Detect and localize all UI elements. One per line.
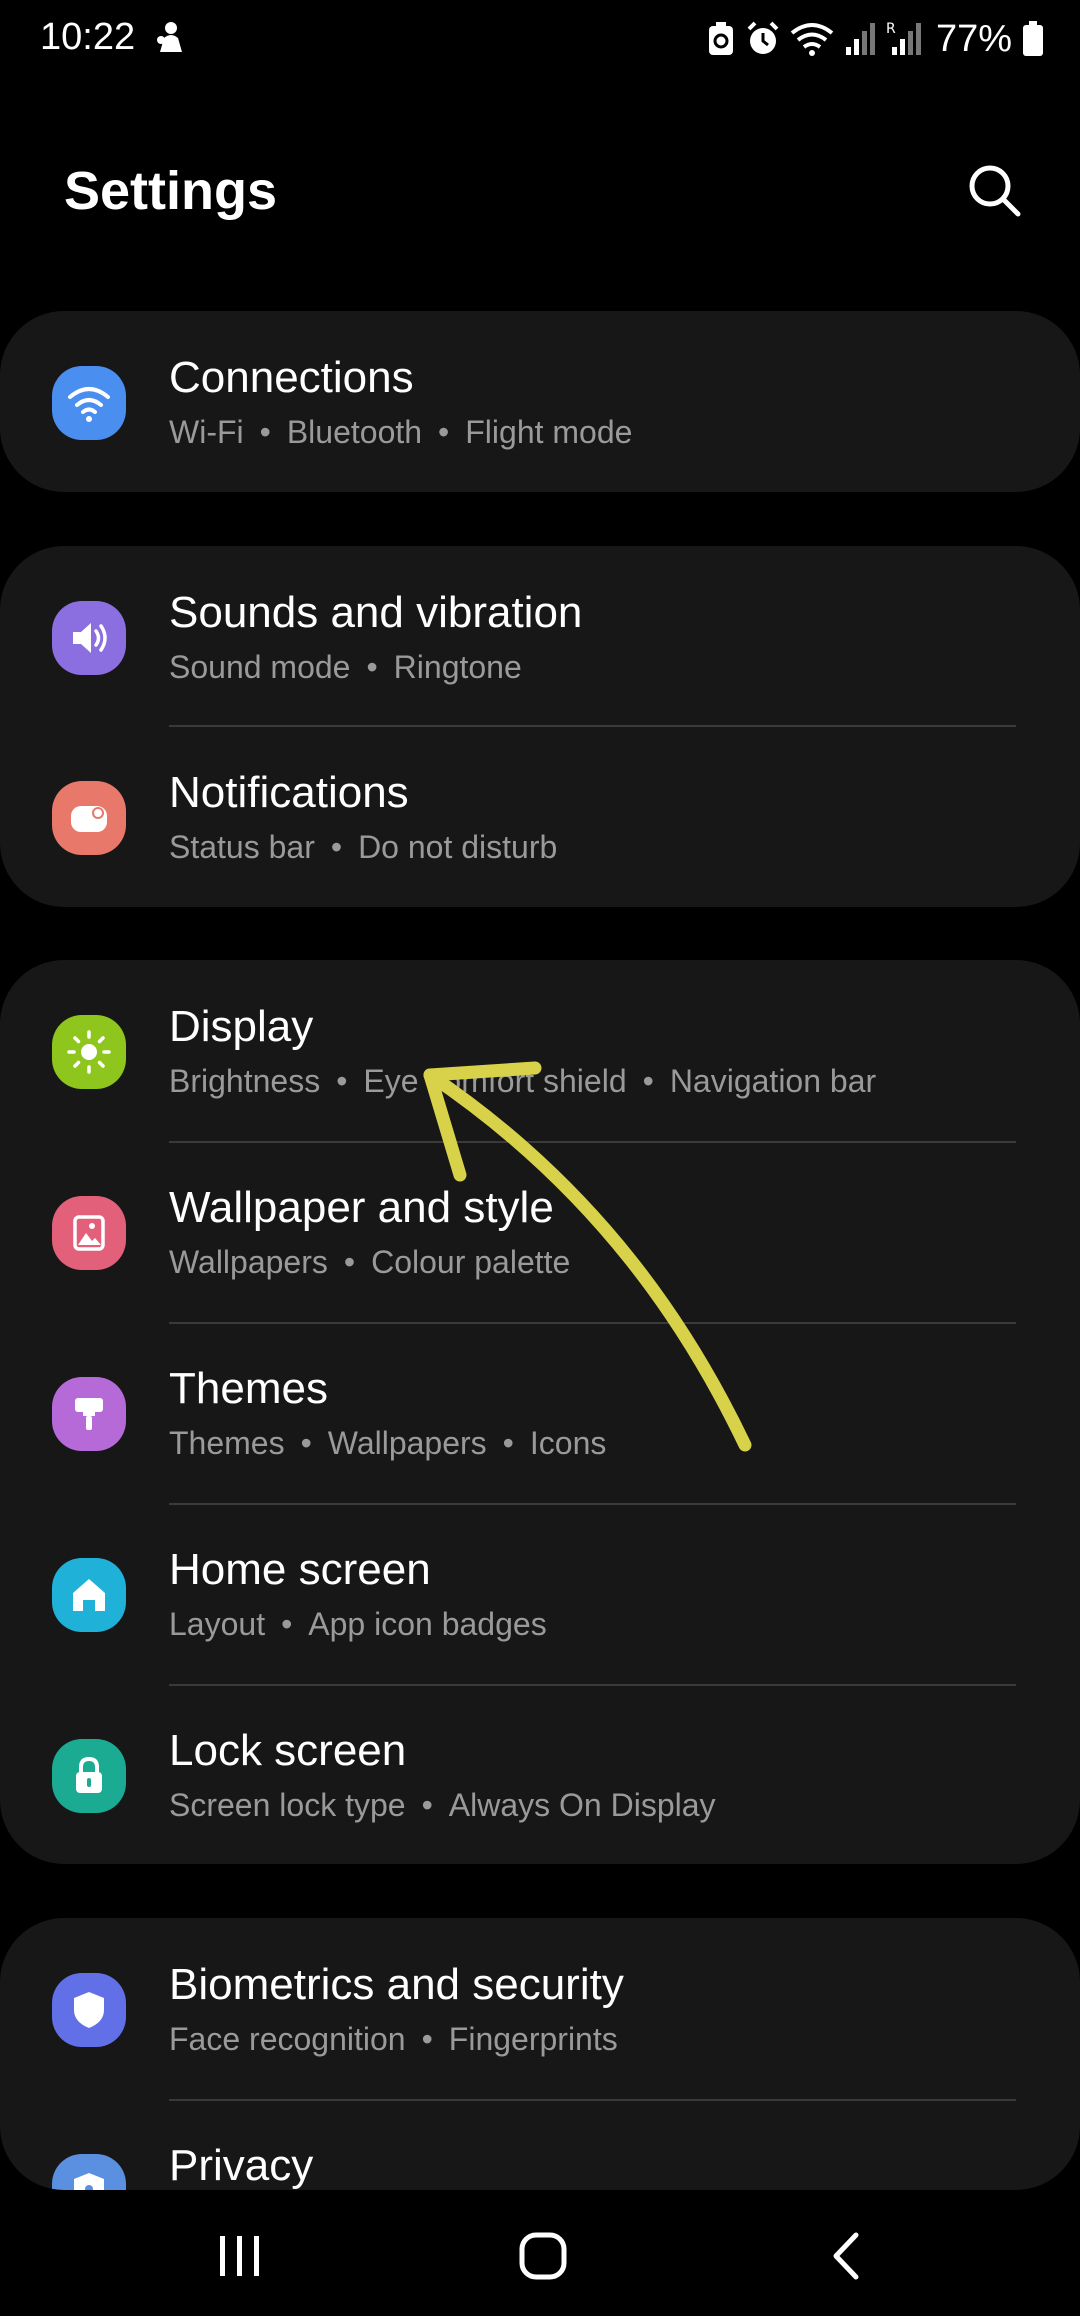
item-title: Biometrics and security	[169, 1960, 624, 2009]
svg-text:R: R	[886, 21, 896, 37]
item-title: Connections	[169, 353, 414, 402]
settings-item-lock-screen[interactable]: Lock screen Screen lock type • Always On D…	[0, 1684, 1080, 1864]
status-time: 10:22	[40, 16, 136, 58]
item-title: Home screen	[169, 1545, 431, 1594]
battery-icon	[1023, 21, 1043, 56]
item-subtitle: Wi-Fi • Bluetooth • Flight mode	[169, 414, 633, 450]
search-button[interactable]	[964, 160, 1026, 222]
roaming-signal-icon: R	[886, 21, 921, 55]
item-subtitle: Screen lock type • Always On Display	[169, 1787, 716, 1823]
battery-saver-icon	[708, 22, 733, 55]
privacy-shield-icon	[52, 2154, 126, 2190]
back-button[interactable]	[786, 2216, 906, 2296]
status-icons: R 77%	[706, 14, 1044, 64]
settings-item-biometrics-and-security[interactable]: Biometrics and security Face recognition…	[0, 1918, 1080, 2099]
back-icon	[833, 2232, 859, 2280]
settings-item-sounds-and-vibration[interactable]: Sounds and vibration Sound mode • Ringtone	[0, 546, 1080, 727]
signal-icon	[845, 23, 875, 55]
item-subtitle: Face recognition • Fingerprints	[169, 2021, 618, 2057]
item-subtitle: Themes • Wallpapers • Icons	[169, 1425, 607, 1461]
item-subtitle: Sound mode • Ringtone	[169, 649, 522, 685]
item-subtitle: Brightness • Eye comfort shield • Navigation…	[169, 1063, 877, 1099]
search-icon	[969, 165, 1021, 217]
settings-item-display[interactable]: Display Brightness • Eye comfort shield • Na…	[0, 960, 1080, 1141]
settings-item-privacy[interactable]: Privacy	[0, 2099, 1080, 2190]
settings-item-home-screen[interactable]: Home screen Layout • App icon badges	[0, 1503, 1080, 1684]
wifi-icon	[790, 23, 834, 56]
home-button-icon	[519, 2232, 567, 2280]
theme-brush-icon	[52, 1377, 126, 1451]
settings-group-sounds: Sounds and vibration Sound mode • Ringtone…	[0, 546, 1080, 907]
settings-group-connections: Connections Wi-Fi • Bluetooth • Flight mode	[0, 311, 1080, 492]
item-title: Themes	[169, 1364, 328, 1413]
settings-item-wallpaper-and-style[interactable]: Wallpaper and style Wallpapers • Colour pa…	[0, 1141, 1080, 1322]
item-title: Wallpaper and style	[169, 1183, 554, 1232]
settings-item-connections[interactable]: Connections Wi-Fi • Bluetooth • Flight mode	[0, 311, 1080, 492]
item-subtitle: Wallpapers • Colour palette	[169, 1244, 571, 1280]
battery-percent: 77%	[935, 17, 1012, 60]
alarm-icon	[747, 21, 779, 54]
wallpaper-icon	[52, 1196, 126, 1270]
volume-icon	[52, 601, 126, 675]
recents-button[interactable]	[180, 2216, 300, 2296]
item-subtitle: Layout • App icon badges	[169, 1606, 547, 1642]
recents-icon	[220, 2236, 259, 2276]
item-title: Display	[169, 1002, 314, 1051]
home-icon	[52, 1558, 126, 1632]
settings-group-display: Display Brightness • Eye comfort shield • Na…	[0, 960, 1080, 1864]
settings-item-notifications[interactable]: Notifications Status bar • Do not disturb	[0, 726, 1080, 907]
item-title: Sounds and vibration	[169, 588, 583, 637]
item-title: Lock screen	[169, 1726, 407, 1775]
notification-icon	[157, 22, 182, 52]
shield-icon	[52, 1973, 126, 2047]
page-title: Settings	[64, 161, 278, 221]
notification-bell-icon	[52, 781, 126, 855]
wifi-icon	[52, 366, 126, 440]
home-button[interactable]	[483, 2216, 603, 2296]
item-subtitle: Status bar • Do not disturb	[169, 829, 558, 865]
item-title: Notifications	[169, 768, 409, 817]
brightness-icon	[52, 1015, 126, 1089]
lock-icon	[52, 1739, 126, 1813]
settings-item-themes[interactable]: Themes Themes • Wallpapers • Icons	[0, 1322, 1080, 1503]
item-title: Privacy	[169, 2141, 314, 2190]
status-bar: 10:22 R 77%	[0, 0, 1080, 80]
settings-group-security: Biometrics and security Face recognition…	[0, 1918, 1080, 2190]
navigation-bar	[0, 2190, 1080, 2316]
